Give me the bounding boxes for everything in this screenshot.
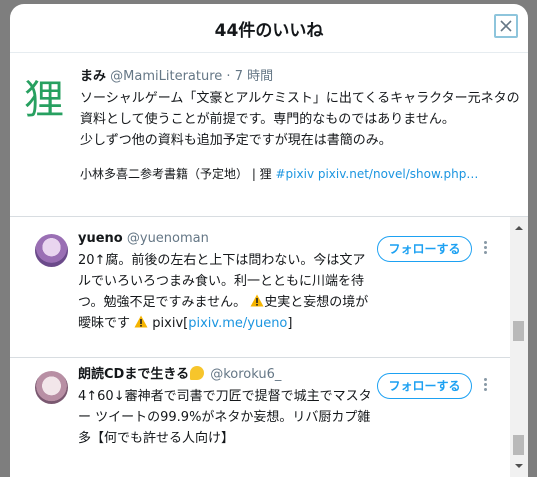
list-item[interactable]: yueno @yuenoman 20↑腐。前後の左右と上下は問わない。今は文アル… [10,217,510,347]
avatar[interactable]: 狸 [24,76,64,124]
warning-icon [250,294,264,307]
footer-link[interactable]: #pixiv pixiv.net/novel/show.php… [276,167,479,181]
warning-icon [134,315,148,328]
avatar[interactable] [35,234,68,267]
scroll-thumb[interactable] [513,321,524,341]
quoted-tweet-header: まみ @MamiLiterature · 7 時間 [80,68,520,86]
close-icon [500,20,512,32]
tweet-text: ソーシャルゲーム「文豪とアルケミスト」に出てくるキャラクター元ネタの資料として使… [80,91,520,148]
author-name[interactable]: まみ [80,69,106,84]
separator: · [222,69,235,84]
quoted-tweet-body: まみ @MamiLiterature · 7 時間 ソーシャルゲーム「文豪とアル… [80,68,520,183]
scroll-up-icon[interactable] [514,224,524,232]
scroll-down-icon[interactable] [514,462,524,470]
user-bio: 20↑腐。前後の左右と上下は問わない。今は文アルでいろいろつまみ食い。利一ととも… [78,250,378,334]
follow-button[interactable]: フォローする [377,236,472,262]
quoted-tweet[interactable]: 狸 まみ @MamiLiterature · 7 時間 ソーシャルゲーム「文豪と… [10,53,528,216]
likers-list: yueno @yuenoman 20↑腐。前後の左右と上下は問わない。今は文アル… [10,217,528,477]
user-name[interactable]: yueno [78,231,123,246]
user-header: 朗読CDまで生きる @koroku6_ [78,366,378,384]
lemon-icon [190,366,205,380]
user-handle[interactable]: @yuenoman [127,231,209,246]
list-item[interactable]: 朗読CDまで生きる @koroku6_ 4↑60↓審神者で司書で刀匠で提督で城主… [10,358,510,477]
avatar[interactable] [35,371,68,404]
scrollbar[interactable] [510,217,528,477]
bio-link[interactable]: pixiv.me/yueno [188,316,287,331]
user-name[interactable]: 朗読CDまで生きる [78,367,189,382]
tweet-footer: 小林多喜二参考書籍（予定地） | 狸 #pixiv pixiv.net/nove… [80,165,512,183]
user-info: yueno @yuenoman 20↑腐。前後の左右と上下は問わない。今は文アル… [78,230,378,334]
user-header: yueno @yuenoman [78,230,378,248]
follow-button[interactable]: フォローする [377,373,472,399]
author-handle[interactable]: @MamiLiterature [110,69,222,84]
modal-title: 44件のいいね [214,21,324,41]
user-bio: 4↑60↓審神者で司書で刀匠で提督で城主でマスター ツイートの99.9%がネタか… [78,389,372,446]
bio-text-pixiv: pixiv[ [152,316,189,331]
user-info: 朗読CDまで生きる @koroku6_ 4↑60↓審神者で司書で刀匠で提督で城主… [78,366,378,449]
close-button[interactable] [494,14,518,38]
user-handle[interactable]: @koroku6_ [210,367,281,382]
modal-header: 44件のいいね [10,4,528,53]
likes-modal: 44件のいいね 狸 まみ @MamiLiterature · 7 時間 ソーシャ… [10,4,528,477]
more-options-icon[interactable] [483,378,489,394]
more-options-icon[interactable] [483,241,489,257]
scroll-thumb[interactable] [513,435,524,455]
timestamp[interactable]: 7 時間 [235,69,273,84]
bio-text-close: ] [287,316,293,331]
footer-text: 小林多喜二参考書籍（予定地） | 狸 [80,167,276,181]
